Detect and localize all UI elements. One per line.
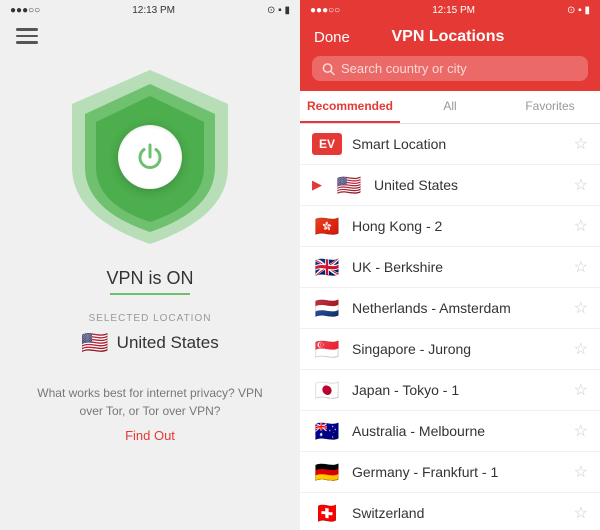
left-panel: ●●●○○ 12:13 PM ⊙ ▪ ▮ VPN is ON SELECTED … <box>0 0 300 530</box>
find-out-link[interactable]: Find Out <box>125 428 175 443</box>
favorite-star[interactable]: ☆ <box>574 175 588 195</box>
favorite-star[interactable]: ☆ <box>574 339 588 359</box>
right-icons: ⊙ ▪ ▮ <box>567 5 590 16</box>
right-panel: ●●●○○ 12:15 PM ⊙ ▪ ▮ Done VPN Locations … <box>300 0 600 530</box>
favorite-star[interactable]: ☆ <box>574 421 588 441</box>
done-button[interactable]: Done <box>314 29 350 46</box>
header-title: VPN Locations <box>391 28 504 46</box>
location-name: Switzerland <box>352 505 564 521</box>
smart-location-icon: EV <box>312 133 342 155</box>
list-item[interactable]: ▶ 🇺🇸 United States ☆ <box>300 165 600 206</box>
list-item[interactable]: 🇨🇭 Switzerland ☆ <box>300 493 600 530</box>
location-name: Smart Location <box>352 136 564 152</box>
selected-flag: 🇺🇸 <box>81 330 108 356</box>
vpn-status-line <box>110 293 190 295</box>
tab-recommended[interactable]: Recommended <box>300 91 400 123</box>
location-name: Australia - Melbourne <box>352 423 564 439</box>
search-input[interactable] <box>341 61 578 76</box>
search-wrapper <box>312 56 588 81</box>
tabs: Recommended All Favorites <box>300 91 600 124</box>
list-item[interactable]: 🇬🇧 UK - Berkshire ☆ <box>300 247 600 288</box>
expand-icon: ▶ <box>312 177 322 193</box>
vpn-status-text: VPN is ON <box>106 268 193 289</box>
power-button[interactable] <box>118 125 182 189</box>
favorite-star[interactable]: ☆ <box>574 216 588 236</box>
selected-location: 🇺🇸 United States <box>81 330 218 356</box>
right-time: 12:15 PM <box>432 5 475 16</box>
left-nav <box>0 20 300 52</box>
location-name: Singapore - Jurong <box>352 341 564 357</box>
power-icon <box>134 141 166 173</box>
location-flag: 🇦🇺 <box>312 420 342 442</box>
location-flag: 🇸🇬 <box>312 338 342 360</box>
favorite-star[interactable]: ☆ <box>574 503 588 523</box>
locations-list: EV Smart Location ☆ ▶ 🇺🇸 United States ☆… <box>300 124 600 530</box>
promo-text: What works best for internet privacy? VP… <box>0 384 300 420</box>
left-status-bar: ●●●○○ 12:13 PM ⊙ ▪ ▮ <box>0 0 300 20</box>
hamburger-menu[interactable] <box>16 28 38 44</box>
location-flag: 🇬🇧 <box>312 256 342 278</box>
location-flag: 🇯🇵 <box>312 379 342 401</box>
right-header: Done VPN Locations <box>300 20 600 56</box>
list-item[interactable]: 🇸🇬 Singapore - Jurong ☆ <box>300 329 600 370</box>
list-item[interactable]: 🇦🇺 Australia - Melbourne ☆ <box>300 411 600 452</box>
location-name: Germany - Frankfurt - 1 <box>352 464 564 480</box>
tab-favorites[interactable]: Favorites <box>500 91 600 123</box>
right-status-bar: ●●●○○ 12:15 PM ⊙ ▪ ▮ <box>300 0 600 20</box>
location-flag: 🇭🇰 <box>312 215 342 237</box>
favorite-star[interactable]: ☆ <box>574 380 588 400</box>
list-item[interactable]: 🇳🇱 Netherlands - Amsterdam ☆ <box>300 288 600 329</box>
location-name: UK - Berkshire <box>352 259 564 275</box>
search-icon <box>322 62 335 76</box>
shield-container <box>60 62 240 252</box>
right-signal: ●●●○○ <box>310 5 340 16</box>
left-signal: ●●●○○ <box>10 5 40 16</box>
selected-location-name: United States <box>117 333 219 353</box>
list-item[interactable]: 🇩🇪 Germany - Frankfurt - 1 ☆ <box>300 452 600 493</box>
favorite-star[interactable]: ☆ <box>574 298 588 318</box>
favorite-star[interactable]: ☆ <box>574 462 588 482</box>
favorite-star[interactable]: ☆ <box>574 134 588 154</box>
selected-location-label: SELECTED LOCATION <box>89 313 212 324</box>
favorite-star[interactable]: ☆ <box>574 257 588 277</box>
location-name: United States <box>374 177 564 193</box>
location-flag: 🇨🇭 <box>312 502 342 524</box>
location-name: Hong Kong - 2 <box>352 218 564 234</box>
location-name: Japan - Tokyo - 1 <box>352 382 564 398</box>
left-icons: ⊙ ▪ ▮ <box>267 5 290 16</box>
list-item[interactable]: 🇭🇰 Hong Kong - 2 ☆ <box>300 206 600 247</box>
search-bar <box>300 56 600 91</box>
left-time: 12:13 PM <box>132 5 175 16</box>
tab-all[interactable]: All <box>400 91 500 123</box>
list-item[interactable]: 🇯🇵 Japan - Tokyo - 1 ☆ <box>300 370 600 411</box>
location-flag: 🇩🇪 <box>312 461 342 483</box>
location-flag: 🇺🇸 <box>334 174 364 196</box>
location-flag: 🇳🇱 <box>312 297 342 319</box>
list-item[interactable]: EV Smart Location ☆ <box>300 124 600 165</box>
location-name: Netherlands - Amsterdam <box>352 300 564 316</box>
